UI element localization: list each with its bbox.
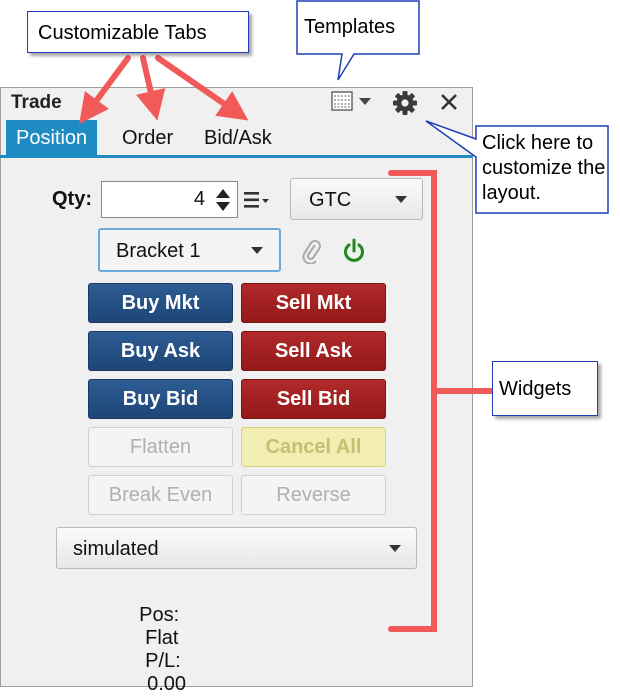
callout-customizable-tabs: Customizable Tabs [27,11,249,53]
callout-widgets: Widgets [492,361,598,416]
callout-text: Widgets [499,378,572,400]
callout-customize-help: Click here to customize the layout. [418,117,620,217]
annotation-arrows [79,55,495,632]
callout-templates-pointer: Templates [296,0,436,90]
callout-text: Click here to customize the layout. [482,132,606,204]
callout-text: Customizable Tabs [38,22,207,44]
callout-text: Templates [304,16,396,38]
